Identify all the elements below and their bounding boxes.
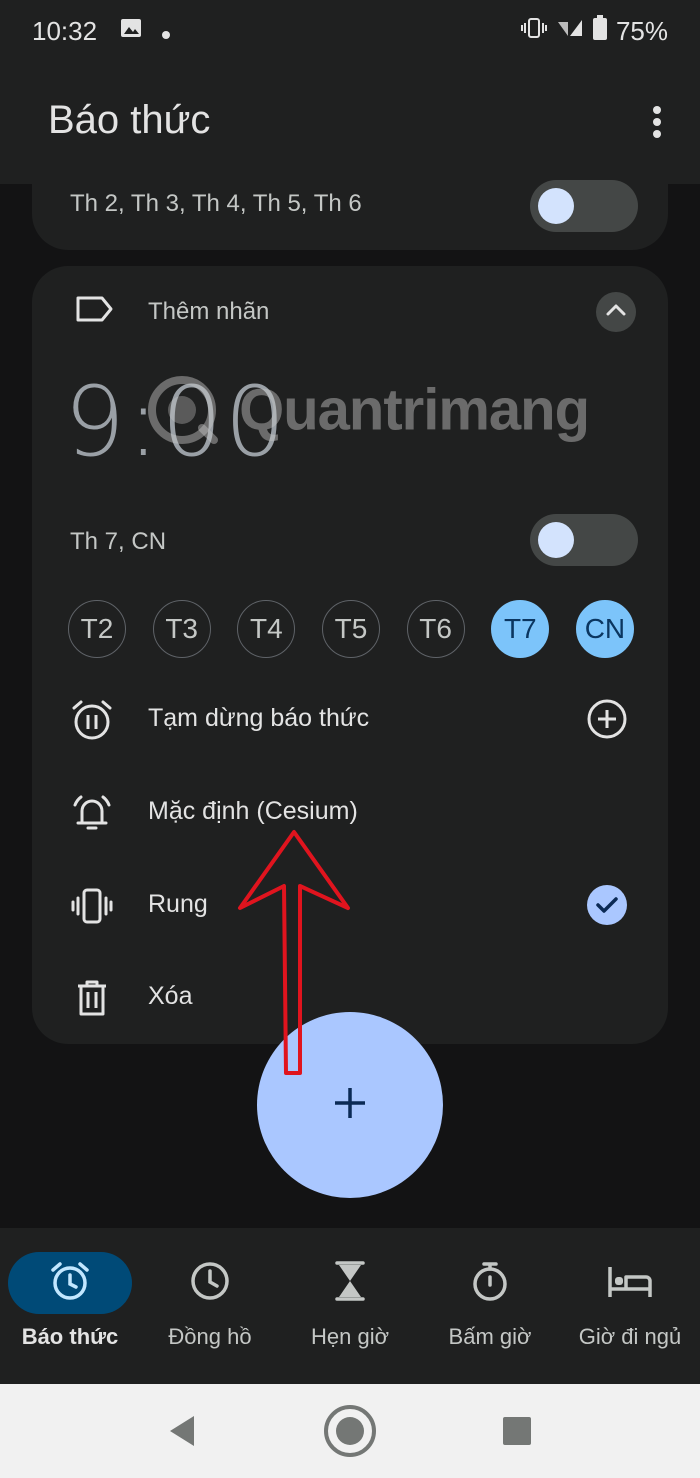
page-title: Báo thức <box>48 98 211 142</box>
alarm-toggle[interactable] <box>530 180 638 232</box>
watermark-logo: Quantrimang <box>144 370 590 450</box>
toggle-knob <box>538 522 574 558</box>
nav-bedtime-indicator <box>568 1252 692 1314</box>
nav-clock[interactable]: Đồng hồ <box>140 1252 280 1350</box>
recents-button[interactable] <box>489 1408 545 1458</box>
day-chip-t2[interactable]: T2 <box>68 600 126 658</box>
nav-timer-label: Hẹn giờ <box>310 1324 390 1349</box>
battery-icon <box>592 14 608 48</box>
status-time: 10:32 <box>32 15 98 46</box>
home-circle-icon <box>323 1404 377 1463</box>
day-chip-t7[interactable]: T7 <box>491 600 550 658</box>
add-label-text: Thêm nhãn <box>148 298 270 325</box>
back-triangle-icon <box>167 1414 197 1453</box>
notification-dot-icon <box>161 16 171 47</box>
bed-icon <box>606 1259 654 1308</box>
day-chip-t4[interactable]: T4 <box>237 600 296 658</box>
status-bar: 10:32 75% <box>0 0 700 62</box>
day-chip-cn[interactable]: CN <box>575 600 634 658</box>
nav-bedtime[interactable]: Giờ đi ngủ <box>560 1252 700 1350</box>
battery-level: 75% <box>615 15 668 46</box>
nav-alarm[interactable]: Báo thức <box>0 1252 140 1350</box>
add-circle-icon[interactable] <box>586 698 628 740</box>
alarm-toggle[interactable] <box>530 514 638 566</box>
bottom-navigation: Báo thức Đồng hồ Hẹn giờ Bấm giờ Giờ đi … <box>0 1228 700 1384</box>
alarm-days-summary: Th 7, CN <box>70 528 167 555</box>
vibrate-status-icon <box>520 16 548 47</box>
gallery-icon <box>119 16 143 47</box>
alarm-card-weekdays[interactable]: Th 2, Th 3, Th 4, Th 5, Th 6 <box>32 180 668 250</box>
label-icon <box>74 294 114 329</box>
alarm-sound-label: Mặc định (Cesium) <box>148 797 358 825</box>
back-button[interactable] <box>154 1408 210 1458</box>
nav-stopwatch[interactable]: Bấm giờ <box>420 1252 560 1350</box>
system-navigation-bar <box>0 1384 700 1478</box>
nav-clock-indicator <box>148 1252 272 1314</box>
stopwatch-icon <box>468 1259 512 1308</box>
chevron-up-icon <box>605 303 627 322</box>
plus-icon <box>332 1085 368 1126</box>
trash-icon <box>70 976 114 1020</box>
alarm-days-summary: Th 2, Th 3, Th 4, Th 5, Th 6 <box>70 190 362 217</box>
nav-alarm-label: Báo thức <box>21 1324 119 1349</box>
day-chip-t3[interactable]: T3 <box>152 600 211 658</box>
watermark-text: Quantrimang <box>239 377 590 443</box>
vibrate-checkbox[interactable] <box>586 884 628 926</box>
more-vert-dot <box>653 118 661 126</box>
signal-icon <box>556 16 584 47</box>
day-selector: T2 T3 T4 T5 T6 T7 CN <box>68 600 634 660</box>
nav-stopwatch-label: Bấm giờ <box>448 1324 532 1349</box>
nav-clock-label: Đồng hồ <box>168 1324 252 1349</box>
home-button[interactable] <box>322 1404 378 1458</box>
clock-icon <box>188 1259 232 1308</box>
nav-timer-indicator <box>288 1252 412 1314</box>
alarm-icon <box>48 1259 92 1308</box>
vibrate-label: Rung <box>148 890 208 918</box>
toggle-knob <box>538 188 574 224</box>
day-chip-t6[interactable]: T6 <box>406 600 465 658</box>
nav-timer[interactable]: Hẹn giờ <box>280 1252 420 1350</box>
nav-bedtime-label: Giờ đi ngủ <box>578 1324 682 1349</box>
annotation-arrow <box>238 830 350 1075</box>
more-options-button[interactable] <box>642 102 672 142</box>
recents-square-icon <box>502 1416 532 1451</box>
pause-alarm-row[interactable]: Tạm dừng báo thức <box>32 688 668 748</box>
nav-stopwatch-indicator <box>428 1252 552 1314</box>
add-label-row[interactable]: Thêm nhãn <box>32 288 668 338</box>
delete-label: Xóa <box>148 982 193 1010</box>
collapse-button[interactable] <box>596 292 636 332</box>
pause-alarm-label: Tạm dừng báo thức <box>148 704 370 732</box>
hourglass-icon <box>330 1259 370 1308</box>
alarm-pause-icon <box>70 698 114 742</box>
vibrate-icon <box>70 884 114 928</box>
more-vert-icon <box>653 106 661 114</box>
top-app-bar: Báo thức <box>0 62 700 184</box>
bell-ringing-icon <box>70 791 114 835</box>
more-vert-dot <box>653 130 661 138</box>
day-chip-t5[interactable]: T5 <box>321 600 380 658</box>
nav-alarm-indicator <box>8 1252 132 1314</box>
